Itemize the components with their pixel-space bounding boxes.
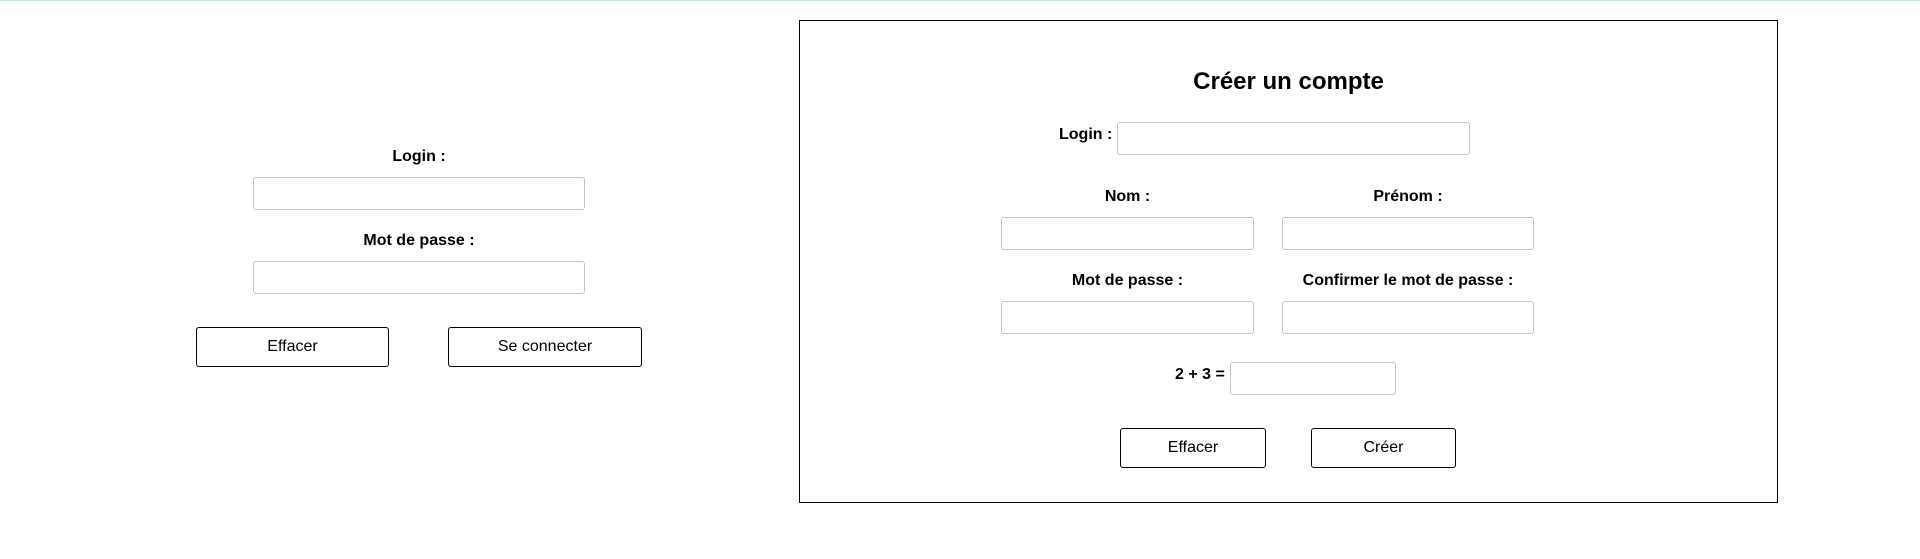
signup-password-label: Mot de passe : xyxy=(1071,272,1184,289)
confirm-password-input[interactable] xyxy=(1282,301,1534,334)
password-label: Mot de passe : xyxy=(363,232,475,249)
firstname-input[interactable] xyxy=(1282,217,1534,250)
lastname-label: Nom : xyxy=(1104,188,1151,205)
password-input[interactable] xyxy=(253,261,585,294)
login-submit-button[interactable]: Se connecter xyxy=(448,327,642,367)
signup-login-input[interactable] xyxy=(1117,122,1470,155)
firstname-label: Prénom : xyxy=(1373,188,1443,205)
top-divider xyxy=(0,0,1920,1)
signup-clear-button[interactable]: Effacer xyxy=(1120,428,1266,468)
signup-title: Créer un compte xyxy=(1193,68,1384,95)
captcha-input[interactable] xyxy=(1230,362,1396,395)
login-clear-button[interactable]: Effacer xyxy=(196,327,389,367)
captcha-label: 2 + 3 = xyxy=(1175,366,1225,383)
login-label: Login : xyxy=(392,148,446,165)
signup-login-label: Login : xyxy=(1059,126,1113,143)
lastname-input[interactable] xyxy=(1001,217,1254,250)
create-account-button[interactable]: Créer xyxy=(1311,428,1456,468)
confirm-password-label: Confirmer le mot de passe : xyxy=(1302,272,1514,289)
signup-password-input[interactable] xyxy=(1001,301,1254,334)
login-input[interactable] xyxy=(253,177,585,210)
